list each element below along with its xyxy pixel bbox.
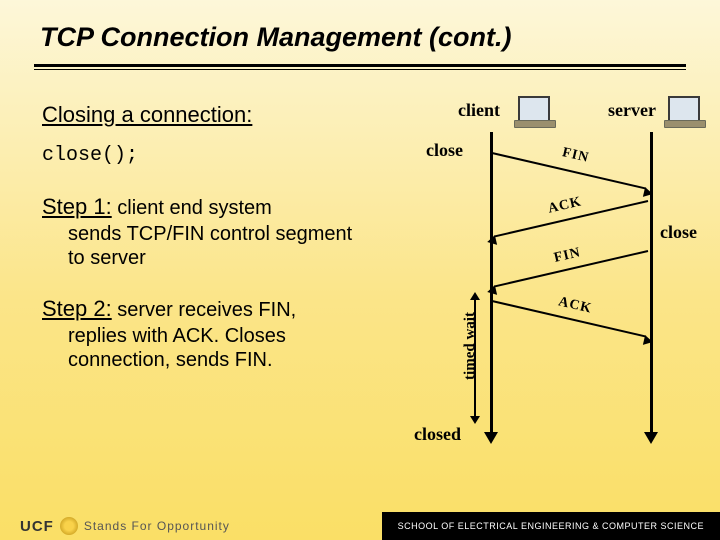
title-divider — [34, 64, 686, 70]
server-timeline — [650, 132, 653, 432]
step-2-body: replies with ACK. Closes connection, sen… — [68, 324, 362, 373]
step-1-head: Step 1: — [42, 194, 112, 219]
arrow-head-icon — [486, 235, 497, 247]
slide: TCP Connection Management (cont.) Closin… — [0, 0, 720, 540]
section-heading: Closing a connection: — [42, 102, 252, 128]
slide-title: TCP Connection Management (cont.) — [40, 22, 512, 53]
computer-icon — [668, 96, 700, 124]
closed-state: closed — [414, 424, 461, 445]
arrow-head-icon — [486, 285, 497, 297]
close-event-client: close — [426, 140, 463, 161]
step-1-rest: client end system — [112, 197, 272, 219]
computer-icon — [518, 96, 550, 124]
msg-fin1: FIN — [561, 145, 591, 167]
close-event-server: close — [660, 222, 697, 243]
arrow-down-icon — [484, 432, 498, 444]
step-2-head: Step 2: — [42, 296, 112, 321]
ucf-seal-icon — [60, 517, 78, 535]
ucf-tagline: Stands For Opportunity — [84, 519, 230, 533]
step-1-body: sends TCP/FIN control segment to server — [68, 222, 362, 271]
ucf-logo-text: UCF — [20, 518, 54, 535]
client-timeline — [490, 132, 493, 432]
step-2-rest: server receives FIN, — [112, 299, 296, 321]
code-close-call: close(); — [42, 144, 138, 167]
step-1: Step 1: client end system sends TCP/FIN … — [42, 194, 362, 271]
timed-wait-label: timed wait — [462, 296, 479, 396]
arrow-down-icon — [644, 432, 658, 444]
client-label: client — [458, 100, 500, 121]
sequence-diagram: client server close close closed FIN ACK… — [420, 100, 700, 470]
msg-ack2: ACK — [557, 294, 594, 317]
server-label: server — [608, 100, 656, 121]
step-2: Step 2: server receives FIN, replies wit… — [42, 296, 362, 373]
msg-fin2: FIN — [553, 245, 583, 267]
school-banner: SCHOOL OF ELECTRICAL ENGINEERING & COMPU… — [382, 512, 720, 540]
msg-ack1: ACK — [547, 194, 584, 217]
arrow-down-icon — [470, 416, 480, 424]
